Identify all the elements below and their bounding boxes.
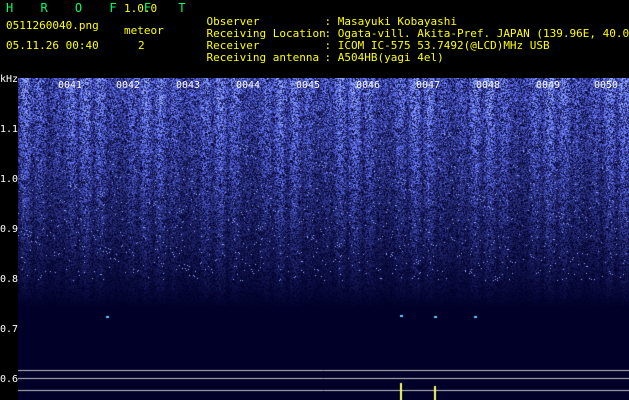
- time-label: 0049: [536, 80, 561, 91]
- info-value: A504HB(yagi 4el): [337, 51, 444, 64]
- axis-tick-label: 0.8: [0, 274, 19, 285]
- axis-tick-label: 1.0: [0, 174, 19, 185]
- meteor-count: 2: [138, 39, 145, 52]
- app-version: 1.0.0: [124, 2, 158, 15]
- info-row-antenna: Receiving antenna: A504HB(yagi 4el): [180, 40, 444, 76]
- filename: 0511260040.png: [6, 19, 99, 32]
- time-label: 0044: [236, 80, 261, 91]
- time-label: 0042: [116, 80, 141, 91]
- spectrogram-canvas: [18, 78, 629, 400]
- info-separator: :: [324, 51, 332, 64]
- time-label: 0041: [58, 80, 83, 91]
- axis-tick-label: 0.7: [0, 324, 19, 335]
- datetime: 05.11.26 00:40: [6, 39, 99, 52]
- axis-tick-label: 0.9: [0, 224, 19, 235]
- meteor-label: meteor: [124, 24, 164, 37]
- axis-tick-label: 1.1: [0, 124, 19, 135]
- axis-tick-label: 0.6: [0, 374, 19, 385]
- time-label: 0050: [594, 80, 619, 91]
- time-label: 0047: [416, 80, 441, 91]
- hroft-window: H R O F F T 1.0.0 0511260040.png 05.11.2…: [0, 0, 629, 400]
- time-label: 0045: [296, 80, 321, 91]
- time-label: 0046: [356, 80, 381, 91]
- info-key: Receiving antenna: [206, 51, 320, 64]
- axis-unit-label: kHz: [0, 74, 19, 85]
- time-label: 0043: [176, 80, 201, 91]
- time-label: 0048: [476, 80, 501, 91]
- app-title: H R O F F T: [6, 1, 196, 15]
